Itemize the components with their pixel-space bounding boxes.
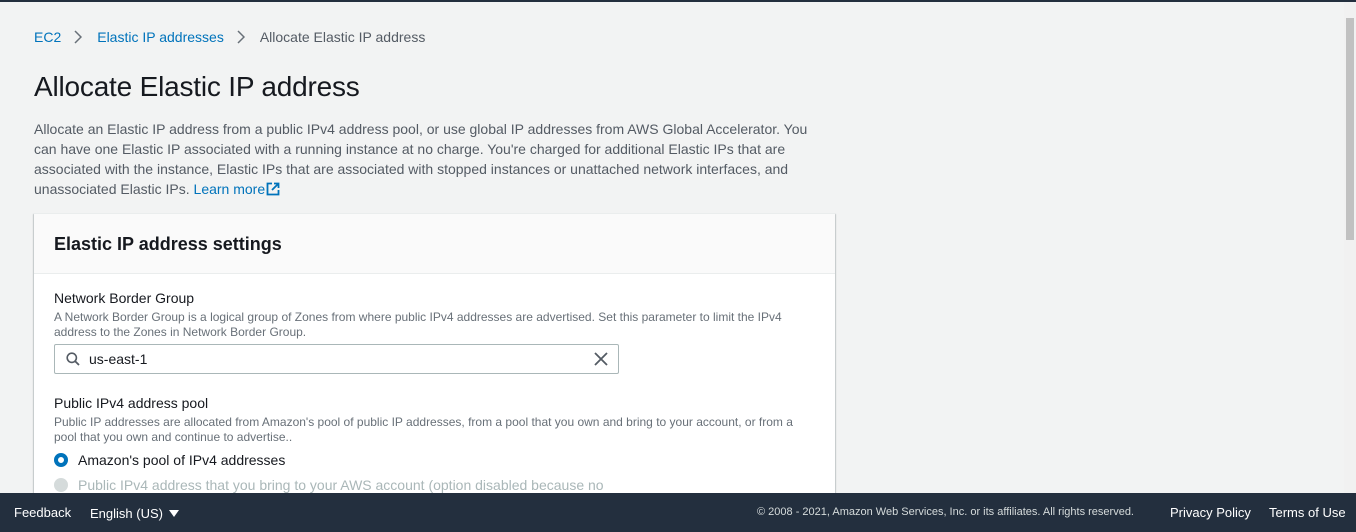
caret-down-icon xyxy=(168,505,179,520)
network-border-group-description: A Network Border Group is a logical grou… xyxy=(54,310,782,339)
breadcrumb-elastic-ip-link[interactable]: Elastic IP addresses xyxy=(97,29,224,45)
elastic-ip-settings-panel: Elastic IP address settings Network Bord… xyxy=(34,213,835,513)
top-border xyxy=(0,0,1356,2)
page-title: Allocate Elastic IP address xyxy=(34,71,360,102)
network-border-group-label: Network Border Group xyxy=(54,290,195,306)
vertical-scrollbar[interactable] xyxy=(1344,2,1356,493)
radio-amazon-pool-label: Amazon's pool of IPv4 addresses xyxy=(78,452,286,468)
language-label: English (US) xyxy=(90,506,163,521)
radio-byoip-label: Public IPv4 address that you bring to yo… xyxy=(78,477,604,493)
feedback-link[interactable]: Feedback xyxy=(14,505,71,520)
ipv4-pool-description: Public IP addresses are allocated from A… xyxy=(54,415,793,444)
description-text: Allocate an Elastic IP address from a pu… xyxy=(34,121,808,197)
learn-more-link[interactable]: Learn more xyxy=(194,181,281,197)
radio-button-disabled xyxy=(54,478,68,492)
radio-amazon-pool[interactable]: Amazon's pool of IPv4 addresses xyxy=(54,452,285,468)
copyright-text: © 2008 - 2021, Amazon Web Services, Inc.… xyxy=(757,506,1134,518)
panel-header: Elastic IP address settings xyxy=(34,214,835,274)
ipv4-pool-label: Public IPv4 address pool xyxy=(54,395,209,411)
footer: Feedback English (US) © 2008 - 2021, Ama… xyxy=(0,493,1356,532)
radio-button-checked[interactable] xyxy=(54,453,68,467)
page-description: Allocate an Elastic IP address from a pu… xyxy=(34,119,824,201)
close-icon[interactable] xyxy=(594,352,608,371)
panel-title: Elastic IP address settings xyxy=(54,234,282,254)
breadcrumb-current: Allocate Elastic IP address xyxy=(259,29,426,45)
external-link-icon xyxy=(266,181,280,201)
network-border-group-search[interactable] xyxy=(54,344,619,374)
privacy-policy-link[interactable]: Privacy Policy xyxy=(1170,505,1251,520)
terms-of-use-link[interactable]: Terms of Use xyxy=(1269,505,1346,520)
chevron-right-icon xyxy=(237,30,245,44)
chevron-right-icon xyxy=(74,30,83,44)
learn-more-label: Learn more xyxy=(193,181,266,197)
radio-byoip: Public IPv4 address that you bring to yo… xyxy=(54,477,604,493)
scrollbar-thumb[interactable] xyxy=(1346,18,1354,240)
language-selector[interactable]: English (US) xyxy=(90,505,179,521)
search-icon xyxy=(66,352,80,371)
network-border-group-input[interactable] xyxy=(89,345,579,373)
breadcrumb: EC2 Elastic IP addresses Allocate Elasti… xyxy=(34,29,425,45)
breadcrumb-ec2-link[interactable]: EC2 xyxy=(34,29,61,45)
